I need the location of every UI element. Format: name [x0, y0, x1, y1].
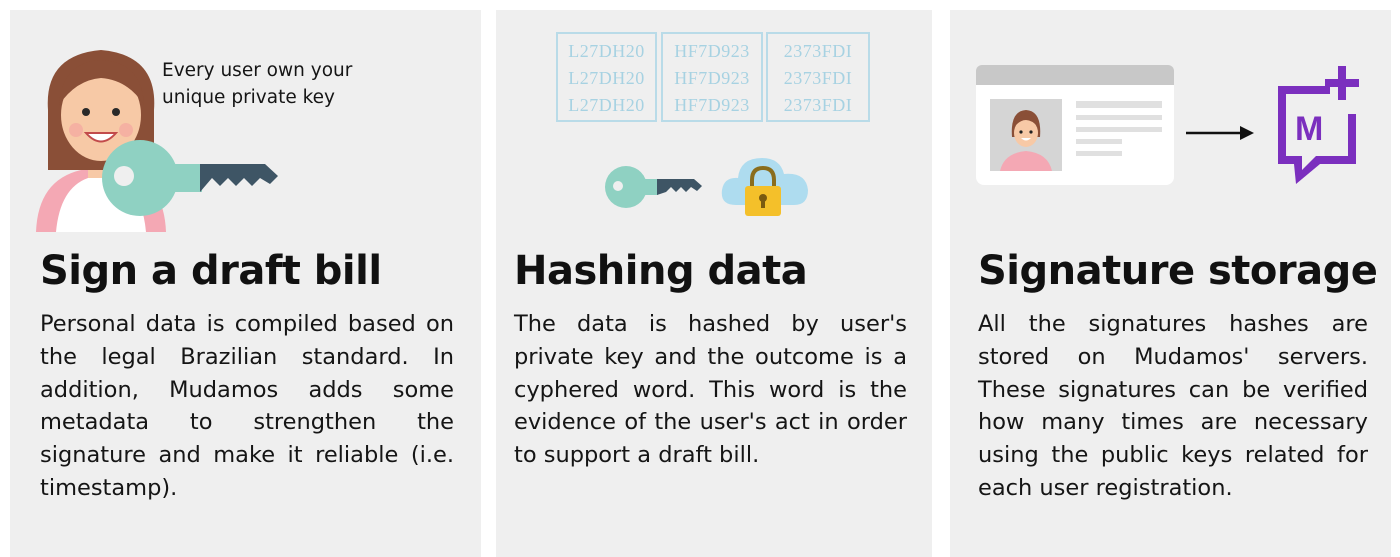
- key-icon: [605, 166, 702, 208]
- cloud-lock-icon: [721, 158, 808, 216]
- panel-title: Sign a draft bill: [40, 248, 382, 294]
- mudamos-logo-icon: M: [1278, 66, 1359, 184]
- panel-title: Hashing data: [514, 248, 808, 294]
- panel-body: The data is hashed by user's private key…: [514, 311, 907, 469]
- hash-column: L27DH20 L27DH20 L27DH20: [556, 32, 657, 122]
- panel-sign-draft-bill: Every user own your unique private key S…: [10, 10, 481, 557]
- panel-body: All the signatures hashes are stored on …: [978, 311, 1368, 501]
- panel-title: Signature storage: [978, 248, 1378, 294]
- key-caption: Every user own your unique private key: [162, 60, 353, 108]
- logo-letter: M: [1295, 110, 1323, 148]
- hash-column: 2373FDI 2373FDI 2373FDI: [766, 32, 870, 122]
- hash-column: HF7D923 HF7D923 HF7D923: [661, 32, 763, 122]
- key-icon: [102, 140, 278, 216]
- panel-hashing-data: L27DH20 L27DH20 L27DH20 HF7D923 HF7D923 …: [496, 10, 932, 557]
- arrow-right-icon: [1186, 126, 1254, 140]
- id-card-icon: [976, 65, 1174, 185]
- panel-signature-storage: M Signature storage All the signatures h…: [950, 10, 1391, 557]
- panel-body: Personal data is compiled based on the l…: [40, 311, 454, 501]
